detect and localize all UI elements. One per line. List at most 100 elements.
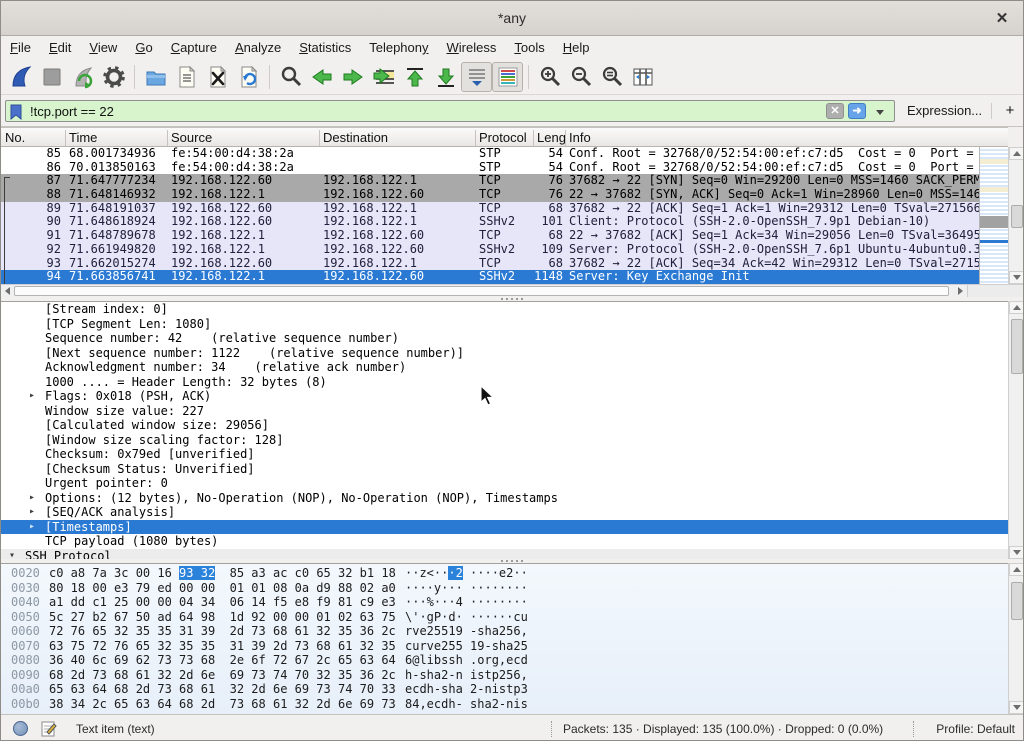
menu-item-edit[interactable]: Edit <box>40 37 80 59</box>
detail-row[interactable]: 1000 .... = Header Length: 32 bytes (8) <box>1 375 1008 390</box>
packet-row[interactable]: 9471.663856741192.168.122.1192.168.122.6… <box>1 270 979 284</box>
zoom-out-button[interactable] <box>565 62 596 92</box>
resize-columns-button[interactable] <box>627 62 658 92</box>
go-forward-button[interactable] <box>337 62 368 92</box>
detail-row[interactable]: Checksum: 0x79ed [unverified] <box>1 447 1008 462</box>
detail-row[interactable]: [Window size scaling factor: 128] <box>1 433 1008 448</box>
column-header-source[interactable]: Source <box>171 130 212 145</box>
scroll-down-icon[interactable] <box>1009 701 1024 714</box>
scrollbar-thumb[interactable] <box>1011 582 1023 620</box>
packet-row[interactable]: 8568.001734936fe:54:00:d4:38:2aSTP54Conf… <box>1 147 979 161</box>
go-back-button[interactable] <box>306 62 337 92</box>
detail-row[interactable]: [Checksum Status: Unverified] <box>1 462 1008 477</box>
display-filter-input[interactable] <box>28 101 588 121</box>
hex-row[interactable]: 00a065 63 64 68 2d 73 68 61 32 2d 6e 69 … <box>1 682 1008 697</box>
scroll-up-icon[interactable] <box>1009 301 1024 314</box>
close-file-button[interactable] <box>202 62 233 92</box>
column-header-destination[interactable]: Destination <box>323 130 388 145</box>
menu-item-capture[interactable]: Capture <box>162 37 226 59</box>
close-icon[interactable]: ✕ <box>991 8 1013 30</box>
scroll-down-icon[interactable] <box>1009 546 1024 559</box>
packet-row[interactable]: 8670.013850163fe:54:00:d4:38:2aSTP54Conf… <box>1 161 979 175</box>
details-scrollbar[interactable] <box>1008 301 1024 559</box>
menu-item-wireless[interactable]: Wireless <box>438 37 506 59</box>
detail-row[interactable]: ▸Options: (12 bytes), No-Operation (NOP)… <box>1 491 1008 506</box>
detail-row[interactable]: [Calculated window size: 29056] <box>1 418 1008 433</box>
detail-row[interactable]: [Next sequence number: 1122 (relative se… <box>1 346 1008 361</box>
packet-list-minimap[interactable] <box>979 147 1008 284</box>
auto-scroll-toggle[interactable] <box>461 62 492 92</box>
start-capture-button[interactable] <box>5 62 36 92</box>
hex-row[interactable]: 0040a1 dd c1 25 00 00 04 34 06 14 f5 e8 … <box>1 595 1008 610</box>
save-file-button[interactable] <box>171 62 202 92</box>
go-to-last-button[interactable] <box>430 62 461 92</box>
colorize-toggle[interactable] <box>492 62 523 92</box>
capture-options-button[interactable] <box>98 62 129 92</box>
detail-row[interactable]: [TCP Segment Len: 1080] <box>1 317 1008 332</box>
column-header-time[interactable]: Time <box>69 130 97 145</box>
zoom-in-button[interactable] <box>534 62 565 92</box>
column-header-protocol[interactable]: Protocol <box>479 130 527 145</box>
packet-row[interactable]: 8771.647777234192.168.122.60192.168.122.… <box>1 174 979 188</box>
detail-row[interactable]: ▸[Timestamps] <box>1 520 1008 535</box>
hex-row[interactable]: 006072 76 65 32 35 35 31 39 2d 73 68 61 … <box>1 624 1008 639</box>
display-filter-field[interactable]: ✕ ➜ <box>5 100 895 122</box>
expression-button[interactable]: Expression... <box>907 103 982 118</box>
stop-capture-button[interactable] <box>36 62 67 92</box>
packet-details-pane[interactable]: [Stream index: 0][TCP Segment Len: 1080]… <box>1 301 1008 559</box>
scroll-left-icon[interactable] <box>1 285 14 297</box>
hex-scrollbar[interactable] <box>1008 563 1024 714</box>
column-separator[interactable] <box>565 130 566 146</box>
menu-item-statistics[interactable]: Statistics <box>290 37 360 59</box>
add-filter-button[interactable]: + <box>1001 100 1019 122</box>
hex-row[interactable]: 00b038 34 2c 65 63 64 68 2d 73 68 61 32 … <box>1 697 1008 712</box>
filter-clear-button[interactable]: ✕ <box>826 103 844 119</box>
hex-row[interactable]: 003080 18 00 e3 79 ed 00 00 01 01 08 0a … <box>1 581 1008 596</box>
reload-file-button[interactable] <box>233 62 264 92</box>
packet-row[interactable]: 8971.648191037192.168.122.60192.168.122.… <box>1 202 979 216</box>
detail-row[interactable]: Urgent pointer: 0 <box>1 476 1008 491</box>
column-header-no[interactable]: No. <box>5 130 25 145</box>
filter-dropdown-icon[interactable] <box>876 110 884 115</box>
filter-apply-button[interactable]: ➜ <box>848 103 866 119</box>
restart-capture-button[interactable] <box>67 62 98 92</box>
packet-row[interactable]: 8871.648146932192.168.122.1192.168.122.6… <box>1 188 979 202</box>
column-separator[interactable] <box>319 130 320 146</box>
scroll-down-icon[interactable] <box>1009 271 1024 284</box>
scroll-up-icon[interactable] <box>1009 563 1024 576</box>
go-to-packet-button[interactable] <box>368 62 399 92</box>
packet-row[interactable]: 9271.661949820192.168.122.1192.168.122.6… <box>1 243 979 257</box>
detail-row[interactable]: Window size value: 227 <box>1 404 1008 419</box>
packet-row[interactable]: 9371.662015274192.168.122.60192.168.122.… <box>1 257 979 271</box>
detail-row[interactable]: ▸Flags: 0x018 (PSH, ACK) <box>1 389 1008 404</box>
column-separator[interactable] <box>533 130 534 146</box>
hex-row[interactable]: 008036 40 6c 69 62 73 73 68 2e 6f 72 67 … <box>1 653 1008 668</box>
detail-row[interactable]: ▸[SEQ/ACK analysis] <box>1 505 1008 520</box>
profile-status[interactable]: Profile: Default <box>936 722 1015 736</box>
hex-row[interactable]: 00505c 27 b2 67 50 ad 64 98 1d 92 00 00 … <box>1 610 1008 625</box>
menu-item-analyze[interactable]: Analyze <box>226 37 290 59</box>
packet-row[interactable]: 9071.648618924192.168.122.60192.168.122.… <box>1 215 979 229</box>
capture-comment-icon[interactable] <box>41 720 57 738</box>
menu-item-tools[interactable]: Tools <box>505 37 553 59</box>
detail-row[interactable]: ▾SSH Protocol <box>1 549 1008 560</box>
column-separator[interactable] <box>167 130 168 146</box>
menu-item-help[interactable]: Help <box>554 37 599 59</box>
expert-info-icon[interactable] <box>13 721 28 736</box>
scrollbar-thumb[interactable] <box>1011 319 1023 374</box>
hex-row[interactable]: 007063 75 72 76 65 32 35 35 31 39 2d 73 … <box>1 639 1008 654</box>
hex-dump-pane[interactable]: 0020c0 a8 7a 3c 00 16 93 32 85 a3 ac c0 … <box>1 563 1008 714</box>
detail-row[interactable]: Sequence number: 42 (relative sequence n… <box>1 331 1008 346</box>
packet-row[interactable]: 9171.648789678192.168.122.1192.168.122.6… <box>1 229 979 243</box>
menu-item-file[interactable]: File <box>1 37 40 59</box>
column-header-info[interactable]: Info <box>569 130 591 145</box>
detail-row[interactable]: TCP payload (1080 bytes) <box>1 534 1008 549</box>
hex-row[interactable]: 0020c0 a8 7a 3c 00 16 93 32 85 a3 ac c0 … <box>1 566 1008 581</box>
column-separator[interactable] <box>65 130 66 146</box>
detail-row[interactable]: Acknowledgment number: 34 (relative ack … <box>1 360 1008 375</box>
hex-row[interactable]: 009068 2d 73 68 61 32 2d 6e 69 73 74 70 … <box>1 668 1008 683</box>
open-file-button[interactable] <box>140 62 171 92</box>
menu-item-telephony[interactable]: Telephony <box>360 37 437 59</box>
scrollbar-thumb[interactable] <box>14 286 949 296</box>
scroll-up-icon[interactable] <box>1009 147 1024 160</box>
